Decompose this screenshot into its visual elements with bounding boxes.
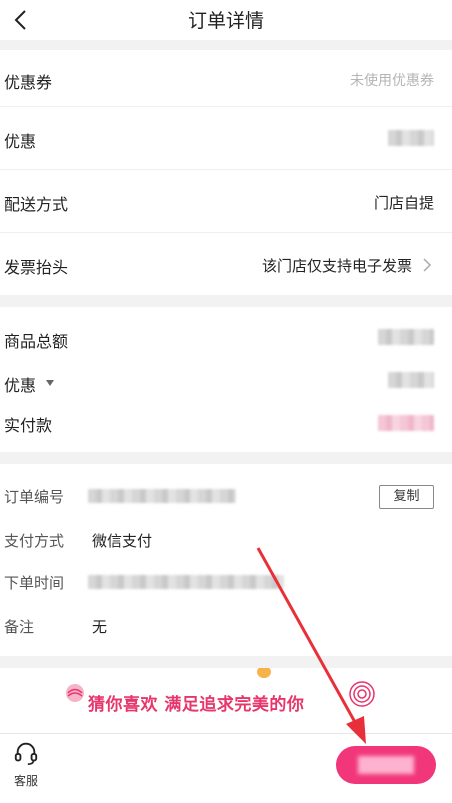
button-label-redacted xyxy=(358,756,414,774)
delivery-value: 门店自提 xyxy=(373,194,434,212)
invoice-value: 该门店仅支持电子发票 xyxy=(261,257,412,275)
coupon-row[interactable]: 优惠券 未使用优惠券 xyxy=(0,50,452,106)
customer-service-label: 客服 xyxy=(13,774,38,788)
pay-method-value: 微信支付 xyxy=(92,532,153,550)
goods-total-row: 商品总额 xyxy=(0,307,452,362)
swirl-right-icon xyxy=(349,681,375,707)
primary-action-button[interactable] xyxy=(336,746,436,784)
coupon-value: 未使用优惠券 xyxy=(350,73,434,89)
invoice-label: 发票抬头 xyxy=(4,258,69,277)
invoice-row[interactable]: 发票抬头 该门店仅支持电子发票 xyxy=(0,233,452,295)
discount-card: 优惠券 未使用优惠券 优惠 配送方式 门店自提 发票抬头 该门店仅支持电子发票 xyxy=(0,50,452,295)
page-title: 订单详情 xyxy=(187,10,264,32)
paid-label: 实付款 xyxy=(4,416,53,435)
note-label: 备注 xyxy=(4,618,35,636)
goods-total-redacted xyxy=(378,329,434,345)
customer-service-button[interactable]: 客服 xyxy=(6,740,46,789)
note-value: 无 xyxy=(92,618,108,636)
recommend-banner: 猜你喜欢 满足追求完美的你 xyxy=(0,668,452,734)
delivery-row: 配送方式 门店自提 xyxy=(0,170,452,232)
order-no-label: 订单编号 xyxy=(4,488,65,506)
amount-discount-row[interactable]: 优惠 xyxy=(0,362,452,402)
copy-order-no-button[interactable]: 复制 xyxy=(379,485,434,509)
swirl-left-icon xyxy=(66,684,84,702)
headset-icon xyxy=(14,742,38,765)
pay-method-label: 支付方式 xyxy=(4,532,65,550)
bottom-action-bar: 客服 xyxy=(0,733,452,803)
amount-discount-label: 优惠 xyxy=(4,376,37,395)
goods-total-label: 商品总额 xyxy=(4,332,69,351)
amount-card: 商品总额 优惠 实付款 xyxy=(0,307,452,452)
order-time-label: 下单时间 xyxy=(4,574,65,592)
paid-row: 实付款 xyxy=(0,402,452,447)
delivery-label: 配送方式 xyxy=(4,195,69,214)
discount-amount-redacted xyxy=(388,130,434,146)
paid-amount-redacted xyxy=(378,415,434,431)
discount-label: 优惠 xyxy=(4,132,37,151)
order-no-redacted xyxy=(88,489,236,503)
bubble-decor-icon xyxy=(257,668,271,678)
order-time-row: 下单时间 xyxy=(0,562,452,602)
chevron-right-icon xyxy=(423,258,432,272)
pay-method-row: 支付方式 微信支付 xyxy=(0,519,452,559)
amount-discount-redacted xyxy=(388,372,434,388)
note-row: 备注 无 xyxy=(0,606,452,646)
nav-header: 订单详情 xyxy=(0,0,452,40)
discount-row: 优惠 xyxy=(0,107,452,169)
order-time-redacted xyxy=(88,575,284,589)
recommend-banner-text: 猜你喜欢 满足追求完美的你 xyxy=(88,695,305,715)
coupon-label: 优惠券 xyxy=(4,73,53,92)
dropdown-triangle-icon xyxy=(46,380,54,386)
